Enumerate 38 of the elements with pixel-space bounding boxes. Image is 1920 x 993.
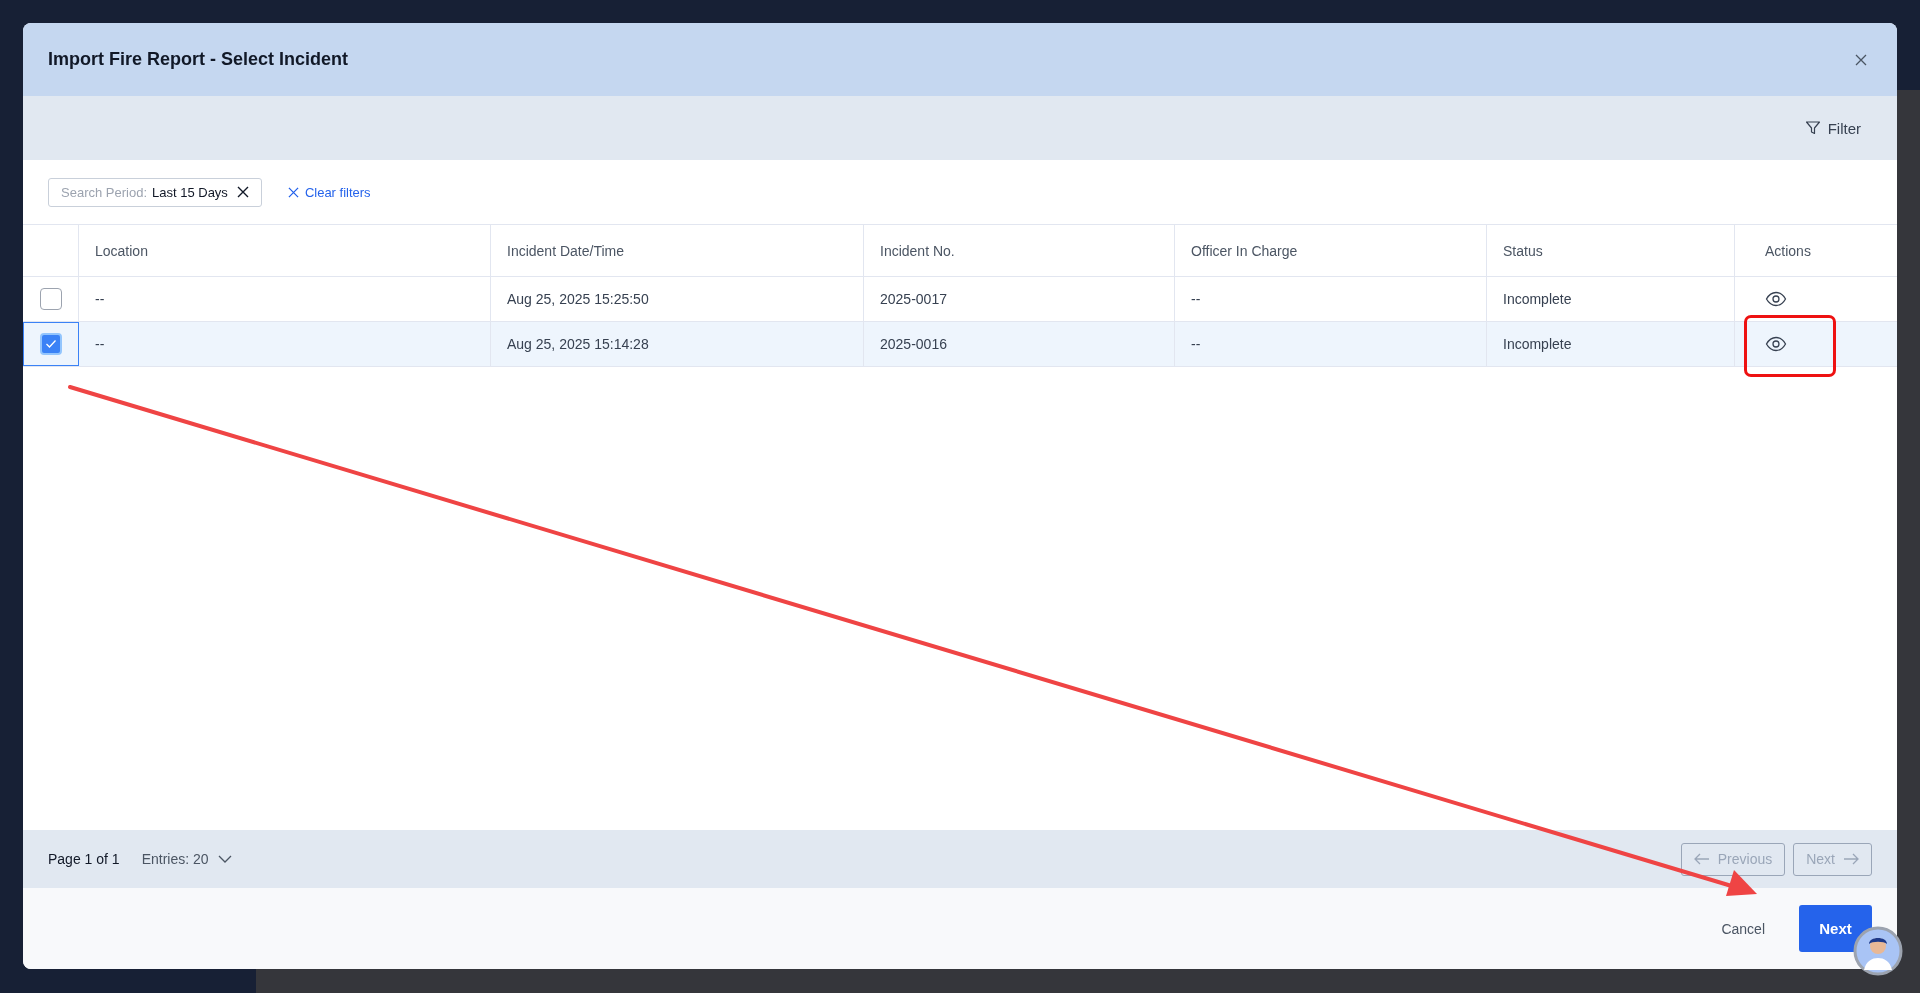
eye-icon[interactable] — [1765, 291, 1787, 307]
table-cell: -- — [1175, 322, 1487, 366]
table-cell: 2025-0017 — [864, 277, 1175, 321]
row-checkbox[interactable] — [40, 333, 62, 355]
table-cell: 2025-0016 — [864, 322, 1175, 366]
chip-value: Last 15 Days — [152, 184, 228, 200]
column-header: Incident No. — [864, 225, 1175, 276]
row-checkbox[interactable] — [39, 288, 62, 310]
clear-filters-link[interactable]: Clear filters — [281, 183, 377, 201]
chevron-down-icon — [217, 855, 232, 863]
remove-icon[interactable] — [236, 186, 249, 198]
filter-chip[interactable]: Search Period: Last 15 Days — [48, 177, 262, 207]
table-cell: Incomplete — [1487, 322, 1735, 366]
entries-dropdown[interactable]: Entries: 20 — [141, 851, 232, 867]
column-header: Location — [79, 225, 491, 276]
table-cell: Incomplete — [1487, 277, 1735, 321]
funnel-icon — [1804, 120, 1821, 136]
avatar-icon[interactable] — [1853, 926, 1903, 976]
chip-label: Search Period: — [61, 184, 147, 200]
column-header: Actions — [1764, 241, 1812, 261]
close-icon — [1855, 53, 1867, 66]
table-cell: -- — [79, 322, 491, 366]
table-cell: Aug 25, 2025 15:14:28 — [491, 322, 864, 366]
check-icon — [45, 339, 57, 349]
dialog-title: Import Fire Report - Select Incident — [48, 49, 350, 70]
filter-button[interactable]: Filter — [1798, 118, 1867, 138]
page-indicator: Page 1 of 1 — [48, 851, 120, 867]
clear-icon — [287, 186, 299, 198]
arrow-left-icon — [1693, 853, 1710, 865]
eye-icon[interactable] — [1765, 336, 1787, 352]
arrow-right-icon — [1843, 853, 1859, 865]
column-header: Incident Date/Time — [491, 225, 864, 276]
table-cell: Aug 25, 2025 15:25:50 — [491, 277, 864, 321]
table-cell: -- — [79, 277, 491, 321]
cancel-button[interactable]: Cancel — [1715, 919, 1771, 938]
table-cell: -- — [1175, 277, 1487, 321]
column-header: Status — [1487, 225, 1735, 276]
column-header: Officer In Charge — [1175, 225, 1487, 276]
